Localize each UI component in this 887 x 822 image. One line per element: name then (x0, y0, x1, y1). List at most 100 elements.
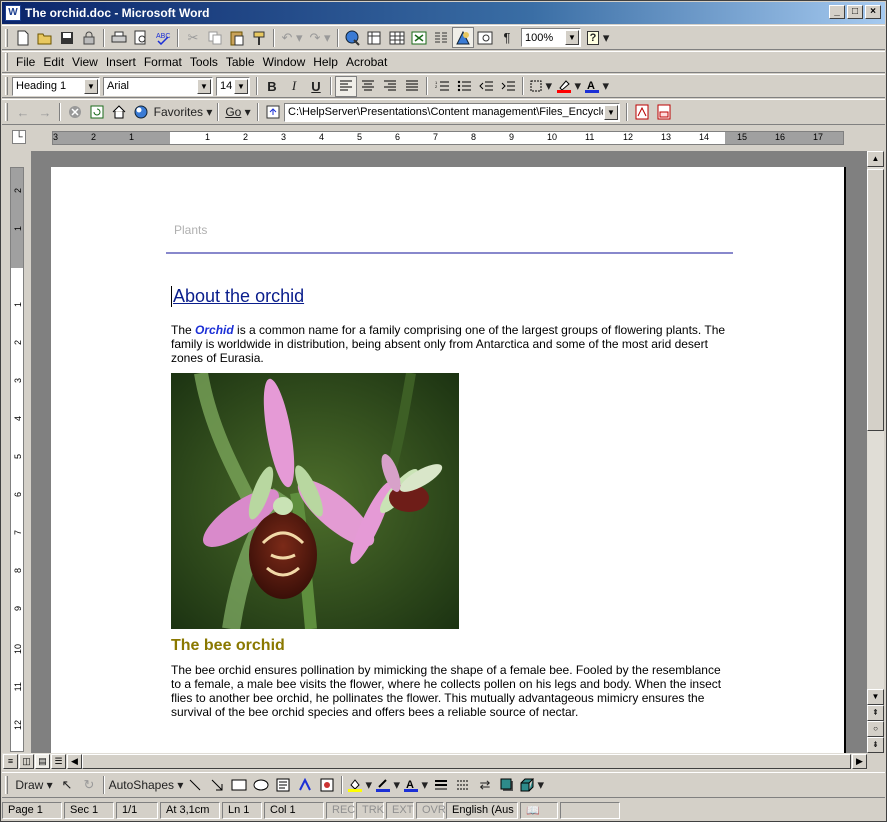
normal-view-icon[interactable]: ≡ (3, 754, 18, 769)
bullets-icon[interactable] (453, 76, 475, 97)
show-only-web-toolbar-icon[interactable] (262, 102, 284, 123)
convert-to-pdf-icon[interactable] (631, 102, 653, 123)
scroll-up-icon[interactable]: ▲ (867, 151, 884, 167)
free-rotate-icon[interactable]: ↻ (78, 775, 100, 796)
highlight-icon[interactable]: ▾ (555, 76, 583, 97)
scroll-down-icon[interactable]: ▼ (867, 689, 884, 705)
dash-style-icon[interactable] (452, 775, 474, 796)
toolbar-grip[interactable] (5, 28, 8, 47)
draw-menu[interactable]: Draw ▾ (12, 775, 56, 796)
line-icon[interactable] (184, 775, 206, 796)
menu-format[interactable]: Format (140, 55, 186, 69)
favorites-menu[interactable]: Favorites ▾ (152, 102, 214, 123)
status-ext[interactable]: EXT (386, 801, 414, 819)
menu-table[interactable]: Table (222, 55, 259, 69)
heading-about-orchid[interactable]: About the orchid (171, 286, 304, 307)
search-web-icon[interactable] (130, 102, 152, 123)
style-select[interactable]: Heading 1 ▼ (12, 76, 100, 96)
save-icon[interactable] (56, 27, 78, 48)
arrow-style-icon[interactable]: ⇄ (474, 775, 496, 796)
text-box-icon[interactable] (272, 775, 294, 796)
underline-button[interactable]: U (305, 76, 327, 97)
tab-selector-icon[interactable]: └ (12, 130, 26, 144)
document-area[interactable]: Plants About the orchid The Orchid is a … (31, 151, 867, 753)
borders-icon[interactable]: ▾ (527, 76, 555, 97)
wordart-icon[interactable] (294, 775, 316, 796)
select-browse-object-icon[interactable]: ○ (867, 721, 884, 737)
outline-view-icon[interactable]: ☰ (51, 754, 66, 769)
close-button[interactable]: × (865, 5, 881, 19)
refresh-icon[interactable] (86, 102, 108, 123)
status-language[interactable]: English (Aus (446, 801, 518, 819)
spelling-status-icon[interactable]: 📖 (520, 801, 558, 819)
autoshapes-menu[interactable]: AutoShapes ▾ (108, 775, 184, 796)
decrease-indent-icon[interactable] (475, 76, 497, 97)
draw-font-color-icon[interactable]: A ▾ (402, 775, 430, 796)
increase-indent-icon[interactable] (497, 76, 519, 97)
oval-icon[interactable] (250, 775, 272, 796)
new-icon[interactable] (12, 27, 34, 48)
document-page[interactable]: Plants About the orchid The Orchid is a … (51, 167, 846, 753)
drawing-icon[interactable] (452, 27, 474, 48)
convert-and-email-pdf-icon[interactable] (653, 102, 675, 123)
copy-icon[interactable] (204, 27, 226, 48)
undo-icon[interactable]: ↶ ▾ (278, 27, 306, 48)
scroll-right-icon[interactable]: ▶ (852, 754, 867, 769)
web-layout-view-icon[interactable]: ◫ (19, 754, 34, 769)
fill-color-icon[interactable]: ▾ (346, 775, 374, 796)
chevron-down-icon[interactable]: ▼ (84, 78, 98, 94)
permission-icon[interactable] (78, 27, 100, 48)
help-icon[interactable]: ? ▾ (584, 27, 612, 48)
redo-icon[interactable]: ↷ ▾ (306, 27, 334, 48)
select-objects-icon[interactable]: ↖ (56, 775, 78, 796)
menu-tools[interactable]: Tools (186, 55, 222, 69)
intro-paragraph[interactable]: The Orchid is a common name for a family… (171, 323, 731, 365)
align-left-icon[interactable] (335, 75, 357, 97)
menu-grip[interactable] (5, 53, 8, 71)
toolbar-grip[interactable] (5, 776, 8, 794)
document-map-icon[interactable] (474, 27, 496, 48)
chevron-down-icon[interactable]: ▼ (197, 78, 211, 94)
subheading-bee-orchid[interactable]: The bee orchid (171, 637, 285, 655)
font-color-icon[interactable]: A ▾ (583, 76, 611, 97)
toolbar-grip[interactable] (5, 77, 8, 95)
status-ovr[interactable]: OVR (416, 801, 446, 819)
toolbar-grip[interactable] (5, 103, 8, 121)
show-hide-icon[interactable]: ¶ (496, 27, 518, 48)
line-style-icon[interactable] (430, 775, 452, 796)
format-painter-icon[interactable] (248, 27, 270, 48)
scroll-thumb[interactable] (867, 169, 884, 431)
print-icon[interactable] (108, 27, 130, 48)
3d-style-icon[interactable]: ▾ (518, 775, 546, 796)
bee-orchid-paragraph[interactable]: The bee orchid ensures pollination by mi… (171, 663, 731, 719)
columns-icon[interactable] (430, 27, 452, 48)
font-select[interactable]: Arial ▼ (103, 76, 213, 96)
chevron-down-icon[interactable]: ▼ (565, 30, 579, 45)
print-layout-view-icon[interactable]: ▤ (35, 754, 50, 769)
scroll-left-icon[interactable]: ◀ (67, 754, 82, 769)
menu-acrobat[interactable]: Acrobat (342, 55, 391, 69)
title-bar[interactable]: W The orchid.doc - Microsoft Word _ □ × (2, 2, 885, 24)
horizontal-ruler[interactable]: 3 2 1 1 2 3 4 5 6 7 8 9 10 11 12 13 14 15 16 17 (52, 131, 844, 145)
menu-insert[interactable]: Insert (102, 55, 140, 69)
font-size-select[interactable]: 14 ▼ (216, 76, 250, 96)
insert-excel-icon[interactable] (408, 27, 430, 48)
stop-icon[interactable] (64, 102, 86, 123)
bold-button[interactable]: B (261, 76, 283, 97)
horizontal-scrollbar[interactable]: ≡ ◫ ▤ ☰ ◀ ▶ (2, 753, 867, 770)
back-icon[interactable]: ← (12, 102, 34, 123)
next-page-icon[interactable]: ⇟ (867, 737, 884, 753)
vertical-ruler[interactable]: 2 1 1 2 3 4 5 6 7 8 9 10 11 12 (10, 167, 24, 752)
hyperlink-icon[interactable] (342, 27, 364, 48)
menu-file[interactable]: File (12, 55, 39, 69)
chevron-down-icon[interactable]: ▼ (234, 78, 248, 94)
paste-icon[interactable] (226, 27, 248, 48)
print-preview-icon[interactable] (130, 27, 152, 48)
clip-art-icon[interactable] (316, 775, 338, 796)
menu-edit[interactable]: Edit (39, 55, 68, 69)
restore-button[interactable]: □ (847, 5, 863, 19)
numbering-icon[interactable]: 12 (431, 76, 453, 97)
status-trk[interactable]: TRK (356, 801, 384, 819)
menu-help[interactable]: Help (309, 55, 342, 69)
address-field[interactable]: C:\HelpServer\Presentations\Content mana… (284, 102, 620, 122)
